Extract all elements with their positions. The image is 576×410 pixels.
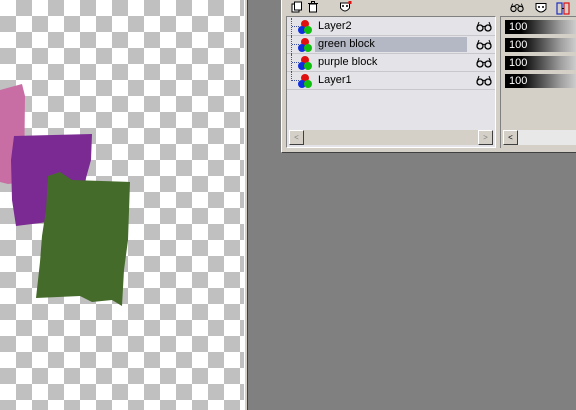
layer-name: purple block bbox=[318, 56, 378, 68]
canvas-border bbox=[244, 0, 248, 410]
opacity-value: 100 bbox=[509, 39, 528, 51]
layer-name: green block bbox=[315, 37, 467, 52]
scroll-right-button[interactable]: > bbox=[478, 130, 493, 145]
glasses-icon[interactable] bbox=[476, 21, 492, 33]
link-icon[interactable] bbox=[556, 1, 570, 15]
layer-name: Layer1 bbox=[318, 74, 352, 86]
layer-row-green-block[interactable]: green block bbox=[287, 36, 495, 54]
glasses-icon[interactable] bbox=[510, 1, 524, 15]
green-block bbox=[36, 172, 130, 306]
glasses-icon[interactable] bbox=[476, 75, 492, 87]
layer-list[interactable]: Layer2 green block purple block Layer1 <… bbox=[286, 16, 496, 148]
opacity-slider-purple-block[interactable]: 100 bbox=[505, 56, 576, 70]
opacity-column: 100 100 100 100 < bbox=[500, 16, 576, 148]
raster-layer-icon bbox=[298, 20, 312, 34]
glasses-icon[interactable] bbox=[476, 39, 492, 51]
layer-row-purple-block[interactable]: purple block bbox=[287, 54, 495, 72]
opacity-value: 100 bbox=[509, 21, 528, 33]
raster-layer-icon bbox=[298, 38, 312, 52]
canvas-artwork bbox=[0, 84, 130, 306]
scroll-left-button[interactable]: < bbox=[503, 130, 518, 145]
mask-icon[interactable] bbox=[338, 0, 352, 14]
layer-row-layer2[interactable]: Layer2 bbox=[287, 18, 495, 36]
opacity-slider-layer2[interactable]: 100 bbox=[505, 20, 576, 34]
glasses-icon[interactable] bbox=[476, 57, 492, 69]
layers-palette: Layer2 green block purple block Layer1 <… bbox=[281, 0, 576, 153]
opacity-hscrollbar[interactable]: < bbox=[503, 130, 576, 145]
opacity-value: 100 bbox=[509, 57, 528, 69]
layer-row-layer1[interactable]: Layer1 bbox=[287, 72, 495, 90]
layer-name: Layer2 bbox=[318, 20, 352, 32]
opacity-value: 100 bbox=[509, 75, 528, 87]
new-layer-icon[interactable] bbox=[290, 0, 304, 14]
layer-list-hscrollbar[interactable]: < > bbox=[289, 130, 493, 145]
opacity-slider-green-block[interactable]: 100 bbox=[505, 38, 576, 52]
raster-layer-icon bbox=[298, 56, 312, 70]
raster-layer-icon bbox=[298, 74, 312, 88]
image-canvas[interactable] bbox=[0, 0, 244, 410]
delete-layer-icon[interactable] bbox=[306, 0, 320, 14]
opacity-slider-layer1[interactable]: 100 bbox=[505, 74, 576, 88]
mask-icon[interactable] bbox=[534, 1, 548, 15]
scroll-left-button[interactable]: < bbox=[289, 130, 304, 145]
